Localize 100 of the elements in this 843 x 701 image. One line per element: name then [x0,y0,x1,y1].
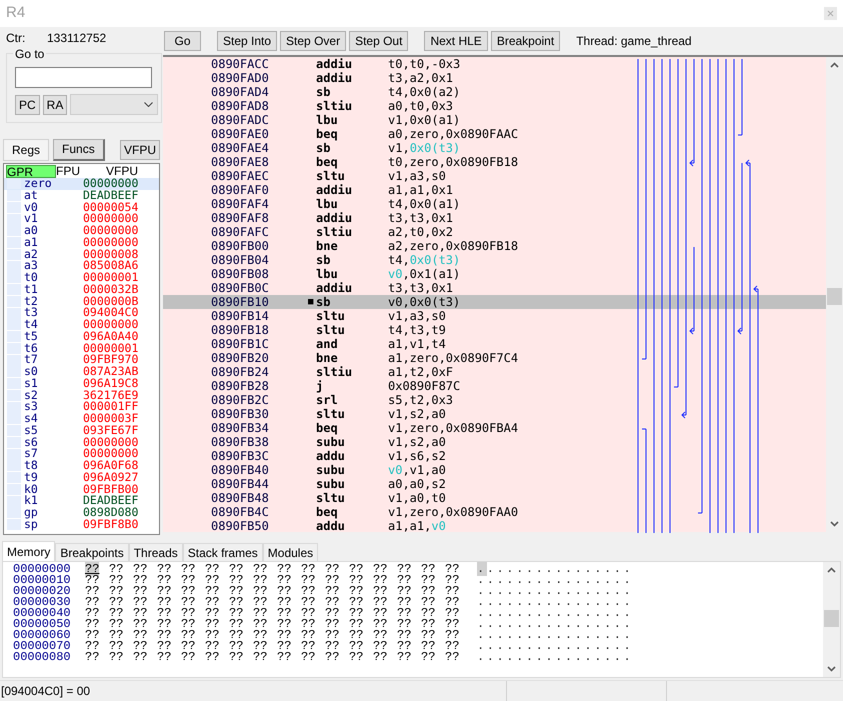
memory-byte[interactable]: ?? [445,572,460,586]
memory-byte[interactable]: ?? [205,606,220,620]
instruction-row[interactable]: 0890FB00 bne a2,zero,0x0890FB18 [163,239,627,253]
instruction-row[interactable]: 0890FB08 lbu v0,0x1(a1) [163,267,627,281]
instruction-row[interactable]: 0890FB44 subu a0,a0,s2 [163,477,627,491]
instruction-row[interactable]: 0890FAD0 addiu t3,a2,0x1 [163,71,627,85]
instruction-row[interactable]: 0890FB30 sltu v1,s2,a0 [163,407,627,421]
memory-byte[interactable]: ?? [85,584,100,598]
memory-byte[interactable]: ?? [301,594,316,608]
scroll-down-icon[interactable] [830,521,839,527]
memory-byte[interactable]: ?? [373,606,388,620]
instruction-row[interactable]: 0890FB04 sb t4,0x0(t3) [163,253,627,267]
memory-byte[interactable]: ?? [253,616,268,630]
memory-byte[interactable]: ?? [85,594,100,608]
register-row[interactable]: k1 DEADBEEF [4,495,159,507]
register-row[interactable]: t6 00000001 [4,342,159,354]
memory-byte[interactable]: ?? [325,606,340,620]
panel-tab[interactable]: Funcs [53,138,105,160]
bottom-tab[interactable]: Breakpoints [55,543,129,561]
memory-byte[interactable]: ?? [205,572,220,586]
memory-byte[interactable]: ?? [373,638,388,652]
jump-button[interactable]: PC [15,94,40,114]
instruction-row[interactable]: 0890FB34 beq v1,zero,0x0890FBA4 [163,421,627,435]
register-row[interactable]: a2 00000008 [4,248,159,260]
goto-dropdown[interactable] [70,94,158,115]
memory-byte[interactable]: ?? [109,628,124,642]
memory-byte[interactable]: ?? [205,650,220,664]
memory-byte[interactable]: ?? [325,584,340,598]
instruction-row[interactable]: 0890FAD4 sb t4,0x0(a2) [163,85,627,99]
memory-byte[interactable]: ?? [181,628,196,642]
memory-byte[interactable]: ?? [157,594,172,608]
memory-byte[interactable]: ?? [349,606,364,620]
memory-byte[interactable]: ?? [397,650,412,664]
memory-byte[interactable]: ?? [157,650,172,664]
register-row[interactable]: t1 0000032B [4,284,159,296]
bottom-tab[interactable]: Stack frames [182,543,263,561]
instruction-row[interactable]: 0890FAF0 addiu a1,a1,0x1 [163,183,627,197]
memory-byte[interactable]: ?? [253,572,268,586]
memory-byte[interactable]: ?? [301,650,316,664]
memory-byte[interactable]: ?? [85,628,100,642]
memory-byte[interactable]: ?? [325,628,340,642]
register-row[interactable]: t5 096A0A40 [4,330,159,342]
memory-byte[interactable]: ?? [85,562,100,576]
memory-byte[interactable]: ?? [85,638,100,652]
memory-byte[interactable]: ?? [181,594,196,608]
memory-byte[interactable]: ?? [157,584,172,598]
memory-byte[interactable]: ?? [373,584,388,598]
memory-byte[interactable]: ?? [325,638,340,652]
memory-byte[interactable]: ?? [445,594,460,608]
memory-byte[interactable]: ?? [277,572,292,586]
memory-byte[interactable]: ?? [373,594,388,608]
instruction-row[interactable]: 0890FB38 subu v1,s2,a0 [163,435,627,449]
instruction-row[interactable]: 0890FB10 ■ sb v0,0x0(t3) [163,295,627,309]
memory-byte[interactable]: ?? [133,584,148,598]
toolbar-button[interactable]: Step Into [217,30,278,50]
toolbar-button[interactable]: Step Out [349,30,408,50]
memory-byte[interactable]: ?? [253,650,268,664]
memory-byte[interactable]: ?? [349,572,364,586]
memory-byte[interactable]: ?? [397,584,412,598]
memory-byte[interactable]: ?? [181,606,196,620]
register-row[interactable]: t9 096A0927 [4,472,159,484]
memory-byte[interactable]: ?? [445,628,460,642]
toolbar-button[interactable]: Go [164,30,201,50]
memory-byte[interactable]: ?? [349,638,364,652]
memory-byte[interactable]: ?? [397,572,412,586]
memory-byte[interactable]: ?? [181,616,196,630]
memory-byte[interactable]: ?? [277,616,292,630]
register-row[interactable]: gp 0898D080 [4,507,159,519]
memory-byte[interactable]: ?? [229,562,244,576]
instruction-row[interactable]: 0890FB24 sltiu a1,t2,0xF [163,365,627,379]
memory-byte[interactable]: ?? [229,606,244,620]
memory-byte[interactable]: ?? [133,594,148,608]
memory-byte[interactable]: ?? [133,628,148,642]
instruction-row[interactable]: 0890FB28 j 0x0890F87C [163,379,627,393]
memory-byte[interactable]: ?? [397,616,412,630]
memory-byte[interactable]: ?? [373,650,388,664]
memory-byte[interactable]: ?? [373,572,388,586]
memory-byte[interactable]: ?? [349,562,364,576]
memory-byte[interactable]: ?? [253,606,268,620]
memory-byte[interactable]: ?? [421,562,436,576]
instruction-row[interactable]: 0890FAEC sltu v1,a3,s0 [163,169,627,183]
register-row[interactable]: s0 087A23AB [4,366,159,378]
register-row[interactable]: sp 09FBF8B0 [4,518,159,530]
scroll-thumb[interactable] [824,610,839,627]
memory-byte[interactable]: ?? [421,594,436,608]
panel-tab[interactable]: Regs [3,138,50,160]
memory-byte[interactable]: ?? [181,638,196,652]
instruction-row[interactable]: 0890FB20 bne a1,zero,0x0890F7C4 [163,351,627,365]
memory-byte[interactable]: ?? [349,616,364,630]
close-icon[interactable] [824,7,837,20]
memory-byte[interactable]: ?? [229,572,244,586]
register-row[interactable]: t4 00000000 [4,319,159,331]
goto-field[interactable] [15,67,152,88]
register-row[interactable]: v0 00000054 [4,202,159,214]
instruction-row[interactable]: 0890FAE4 sb v1,0x0(t3) [163,141,627,155]
memory-byte[interactable]: ?? [109,572,124,586]
memory-byte[interactable]: ?? [229,628,244,642]
memory-byte[interactable]: ?? [325,562,340,576]
toolbar-button[interactable]: Breakpoint [490,30,560,50]
register-row[interactable]: t8 096A0F68 [4,460,159,472]
